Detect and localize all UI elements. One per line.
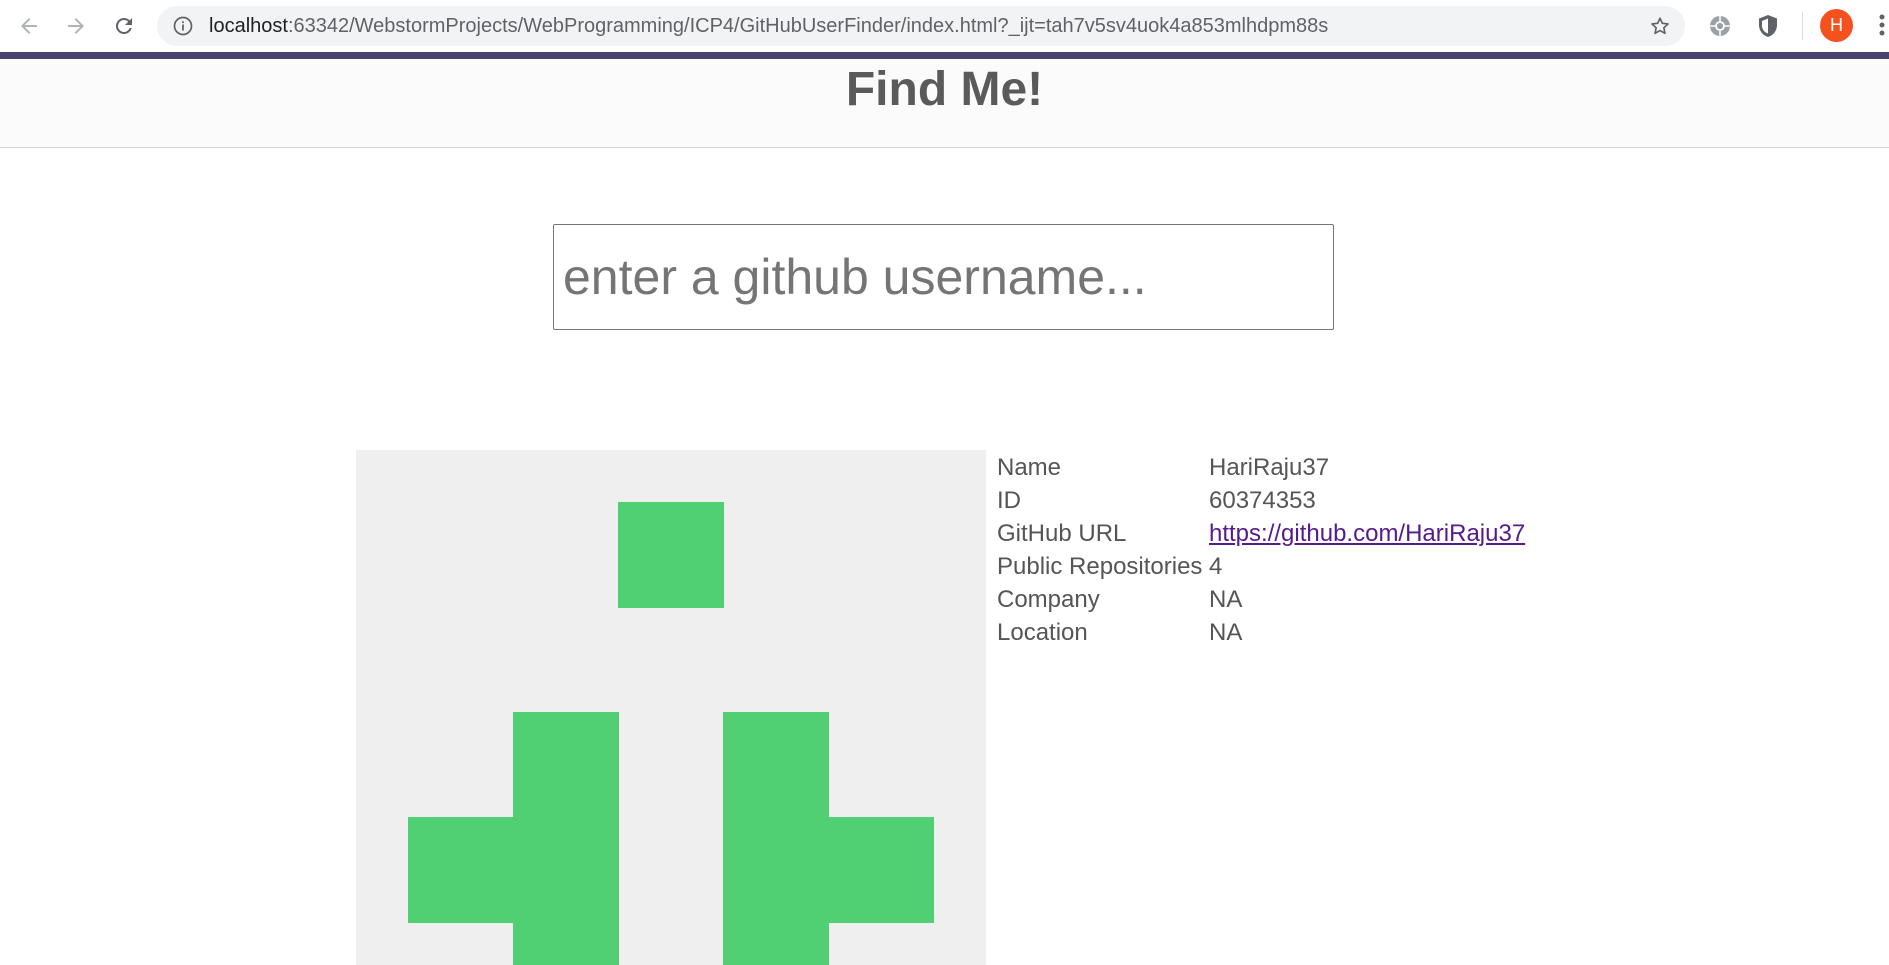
name-value: HariRaju37 <box>1209 454 1330 481</box>
github-url-cell: https://github.com/HariRaju37 <box>1209 517 1525 550</box>
id-label: ID <box>997 487 1021 514</box>
table-row: Name HariRaju37 <box>997 451 1525 484</box>
forward-arrow-icon <box>68 18 84 34</box>
url-text[interactable]: localhost:63342/WebstormProjects/WebProg… <box>209 6 1328 46</box>
public-repos-value: 4 <box>1209 553 1223 580</box>
browser-toolbar: localhost:63342/WebstormProjects/WebProg… <box>0 0 1889 52</box>
table-row: Company NA <box>997 583 1525 616</box>
page-title: Find Me! <box>845 63 1044 116</box>
user-avatar <box>356 450 986 965</box>
profile-avatar-button[interactable]: H <box>1820 9 1853 42</box>
extension-icon <box>1710 16 1730 36</box>
table-row: ID 60374353 <box>997 484 1525 517</box>
github-url-label: GitHub URL <box>997 520 1127 547</box>
toolbar-separator <box>1802 12 1803 40</box>
reload-icon <box>115 17 132 34</box>
bookmark-star-icon[interactable] <box>1649 15 1671 37</box>
reload-button[interactable] <box>107 9 141 43</box>
browser-theme-bar <box>0 52 1889 59</box>
address-bar[interactable]: localhost:63342/WebstormProjects/WebProg… <box>157 6 1685 46</box>
location-label: Location <box>997 619 1088 646</box>
url-host: localhost <box>209 15 288 37</box>
company-value: NA <box>1209 586 1243 613</box>
name-label: Name <box>997 454 1062 481</box>
public-repos-label: Public Repositories <box>997 553 1203 580</box>
url-path: :63342/WebstormProjects/WebProgramming/I… <box>287 15 1329 37</box>
shield-extension-button[interactable] <box>1755 13 1781 39</box>
forward-button[interactable] <box>59 9 93 43</box>
more-menu-icon[interactable] <box>1874 10 1889 40</box>
location-value: NA <box>1209 619 1243 646</box>
github-username-search-input[interactable] <box>553 224 1334 330</box>
shield-icon <box>1759 15 1777 37</box>
back-button[interactable] <box>12 9 46 43</box>
id-value: 60374353 <box>1209 487 1316 514</box>
site-header: Find Me! <box>0 59 1889 148</box>
profile-details-table: Name HariRaju37 ID 60374353 GitHub URL h… <box>997 451 1525 649</box>
github-url-link[interactable]: https://github.com/HariRaju37 <box>1209 520 1525 547</box>
table-row: GitHub URL https://github.com/HariRaju37 <box>997 517 1525 550</box>
table-row: Public Repositories 4 <box>997 550 1525 583</box>
back-arrow-icon <box>21 18 37 34</box>
company-label: Company <box>997 586 1100 613</box>
table-row: Location NA <box>997 616 1525 649</box>
extension-button[interactable] <box>1707 13 1733 39</box>
info-icon[interactable] <box>173 16 193 36</box>
